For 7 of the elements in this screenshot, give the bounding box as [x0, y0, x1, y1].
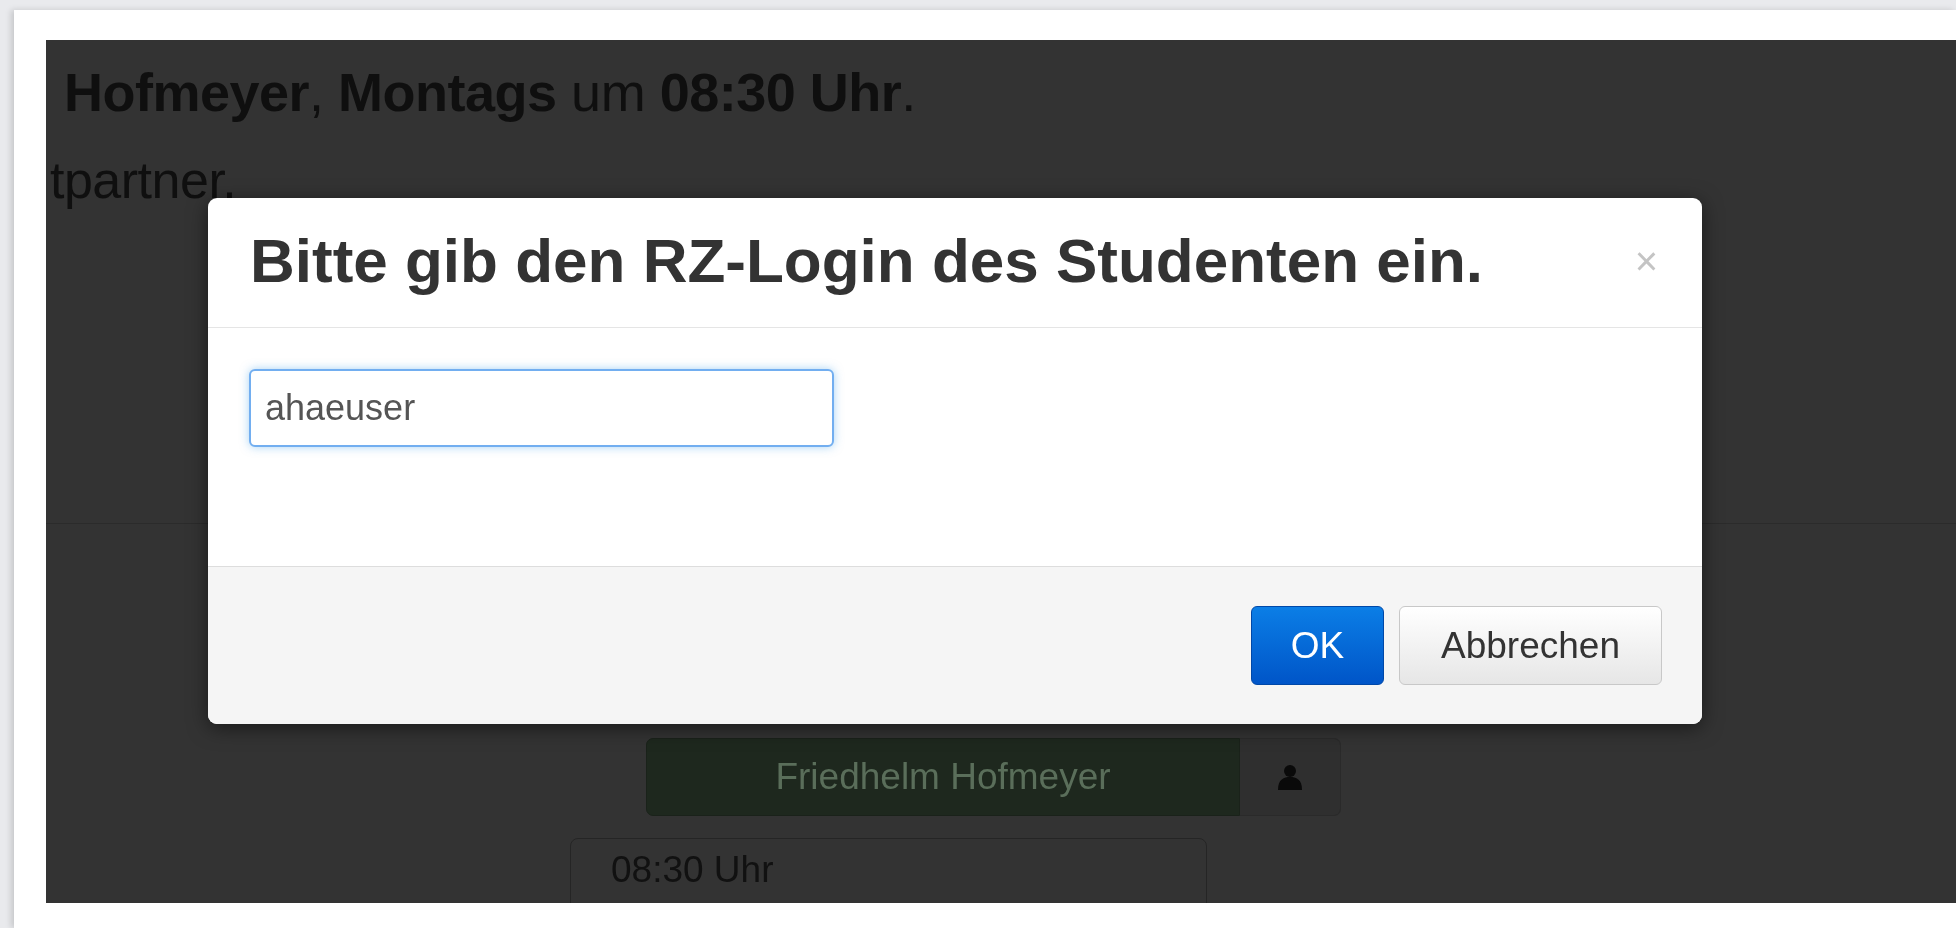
- person-button[interactable]: Friedhelm Hofmeyer: [646, 738, 1240, 816]
- dialog-title: Bitte gib den RZ-Login des Studenten ein.: [250, 225, 1484, 297]
- login-field[interactable]: ahaeuser: [249, 369, 834, 447]
- user-icon: [1278, 764, 1302, 790]
- user-button[interactable]: [1240, 738, 1341, 816]
- ok-button[interactable]: OK: [1251, 606, 1384, 685]
- cancel-button[interactable]: Abbrechen: [1399, 606, 1662, 685]
